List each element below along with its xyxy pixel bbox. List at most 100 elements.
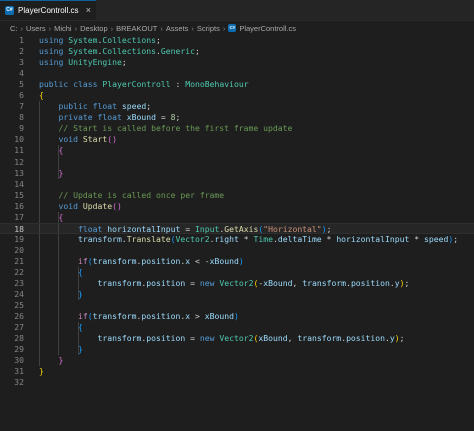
code-token: new: [199, 278, 215, 289]
code-line[interactable]: 21 if(transform.position.x < -xBound): [0, 255, 474, 267]
breadcrumb-file[interactable]: PlayerControll.cs: [239, 24, 296, 33]
line-code: {: [39, 211, 64, 223]
breadcrumb-item[interactable]: BREAKOUT: [116, 24, 157, 33]
code-token: ;: [155, 35, 161, 45]
code-line[interactable]: 13 }: [0, 167, 474, 179]
code-line[interactable]: 25: [0, 300, 474, 312]
code-line[interactable]: 14: [0, 178, 474, 190]
line-code: }: [39, 167, 64, 179]
code-token: =: [185, 333, 200, 344]
code-line[interactable]: 9 // Start is called before the first fr…: [0, 123, 474, 135]
code-line[interactable]: 2 using System.Collections.Generic;: [0, 46, 474, 57]
code-line[interactable]: 4: [0, 68, 474, 79]
code-line[interactable]: 19 transform.Translate(Vector2.right * T…: [0, 233, 474, 245]
code-line[interactable]: 18 float horizontalInput = Input.GetAxis…: [0, 222, 474, 234]
code-token: :: [170, 79, 186, 90]
breadcrumb-item[interactable]: Scripts: [197, 24, 220, 33]
code-line[interactable]: 7 public float speed;: [0, 101, 474, 113]
code-token: =: [156, 112, 171, 123]
code-token: }: [77, 344, 83, 355]
code-token: =: [180, 223, 195, 234]
line-number: 31: [14, 366, 24, 377]
breadcrumb-item[interactable]: Users: [26, 24, 46, 33]
code-token: position: [146, 333, 186, 344]
code-line[interactable]: 15 // Update is called once per frame: [0, 189, 474, 201]
code-line[interactable]: 5 public class PlayerControll : MonoBehav…: [0, 79, 474, 90]
breadcrumb-item[interactable]: C:: [10, 24, 18, 33]
line-code: {: [39, 267, 83, 278]
code-line[interactable]: 30 }: [0, 355, 474, 367]
code-line[interactable]: 16 void Update(): [0, 200, 474, 212]
code-token: transform: [297, 333, 342, 344]
line-number: 21: [14, 255, 24, 266]
code-line[interactable]: 24 }: [0, 289, 474, 301]
code-line[interactable]: 17 {: [0, 211, 474, 223]
code-line[interactable]: 27 {: [0, 322, 474, 334]
code-token: }: [39, 366, 44, 377]
line-code: }: [39, 289, 83, 300]
line-number: 17: [14, 211, 24, 222]
code-token: }: [58, 167, 64, 178]
line-number: 7: [19, 101, 24, 112]
code-line[interactable]: 12: [0, 156, 474, 168]
code-token: PlayerControll: [102, 79, 171, 90]
code-line[interactable]: 3 using UnityEngine;: [0, 57, 474, 68]
code-line[interactable]: 6{: [0, 90, 474, 101]
code-line[interactable]: 11 {: [0, 145, 474, 157]
code-token: position: [141, 255, 181, 266]
code-token: void: [58, 134, 79, 145]
code-line[interactable]: 1 using System.Collections;: [0, 35, 474, 46]
code-token: ;: [453, 233, 459, 244]
line-number: 9: [19, 123, 24, 134]
breadcrumb-item[interactable]: Michi: [54, 24, 72, 33]
breadcrumb-item[interactable]: Assets: [166, 24, 189, 33]
code-line[interactable]: 29 }: [0, 344, 474, 356]
line-code: public float speed;: [39, 101, 152, 112]
line-code: {: [39, 90, 44, 101]
code-token: < -: [190, 255, 210, 266]
code-token: ): [238, 255, 244, 266]
code-line[interactable]: 22 {: [0, 266, 474, 279]
code-line[interactable]: 20: [0, 244, 474, 256]
tab-playercontroll[interactable]: C# PlayerControll.cs ×: [0, 0, 96, 20]
code-token: if: [77, 255, 88, 266]
code-token: transform: [92, 311, 137, 322]
close-icon[interactable]: ×: [86, 5, 91, 16]
breadcrumb-item[interactable]: Desktop: [80, 24, 108, 33]
code-token: {: [58, 211, 64, 222]
code-token: ;: [404, 278, 410, 289]
code-line[interactable]: 31}: [0, 366, 474, 377]
code-token: ;: [175, 112, 181, 123]
code-line[interactable]: 8 private float xBound = 8;: [0, 112, 474, 124]
csharp-file-icon: C#: [228, 24, 237, 32]
line-number: 26: [14, 311, 24, 322]
code-line[interactable]: 23 transform.position = new Vector2(-xBo…: [0, 278, 474, 290]
code-token: }: [58, 355, 64, 366]
code-token: float: [92, 101, 117, 112]
code-token: Generic: [160, 46, 195, 57]
line-code: transform.Translate(Vector2.right * Time…: [39, 234, 458, 245]
code-token: float: [77, 223, 103, 234]
code-token: horizontalInput: [107, 223, 181, 234]
line-number: 1: [19, 35, 24, 45]
breadcrumb-separator: ›: [20, 23, 24, 33]
breadcrumb-separator: ›: [191, 23, 194, 33]
code-editor[interactable]: 1 using System.Collections; 2 using System.…: [0, 35, 474, 389]
code-token: transform: [92, 255, 137, 266]
code-token: ;: [399, 333, 405, 344]
code-line[interactable]: 26 if(transform.position.x > xBound): [0, 311, 474, 323]
code-line[interactable]: 28 transform.position = new Vector2(xBou…: [0, 333, 474, 345]
code-token: class: [73, 79, 98, 90]
line-code: transform.position = new Vector2(-xBound…: [39, 278, 409, 289]
code-token: using: [39, 57, 64, 68]
code-line[interactable]: 32: [0, 377, 474, 388]
code-token: xBound: [209, 255, 239, 266]
code-token: "Horizontal": [263, 223, 322, 234]
code-line[interactable]: 10 void Start(): [0, 134, 474, 146]
